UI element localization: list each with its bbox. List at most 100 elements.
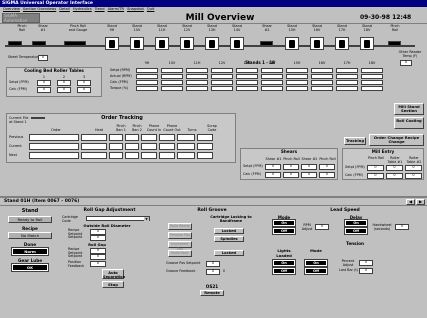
- chevron-down-icon[interactable]: ▼: [144, 217, 149, 221]
- delay-on-button[interactable]: On: [344, 219, 368, 227]
- stand-col-header: 16V: [318, 61, 326, 65]
- pinch-roll-icon[interactable]: [8, 41, 22, 46]
- stand-col-header: 9H: [144, 61, 150, 65]
- menu-hydraulics[interactable]: Hydraulics: [73, 7, 92, 11]
- stand-value-cell: [236, 74, 258, 79]
- order-change-button[interactable]: Order Change Recipe Change: [369, 134, 424, 146]
- stand-value-cell: [136, 86, 158, 91]
- stand-icon[interactable]: [360, 37, 374, 50]
- handwheel-input[interactable]: 0: [395, 224, 409, 230]
- pinch-roll-icon[interactable]: [388, 41, 401, 46]
- stand-icon[interactable]: [310, 37, 324, 50]
- increment-pos-button[interactable]: Increment Pos: [168, 241, 192, 251]
- line-label: Stand 14V: [232, 24, 242, 32]
- setpoint-input[interactable]: 0: [90, 235, 106, 241]
- stand-value-cell: [211, 80, 233, 85]
- cooling-calc-3: 0: [77, 87, 91, 93]
- stand-value-cell: [336, 80, 358, 85]
- order-cell: [197, 152, 213, 159]
- mode-off-button[interactable]: Off: [272, 227, 296, 235]
- stand-value-cell: [261, 74, 283, 79]
- menu-quit[interactable]: Quit: [147, 7, 155, 11]
- menu-trend[interactable]: Trend: [95, 7, 105, 11]
- lights-on-button[interactable]: On: [272, 259, 296, 267]
- roll-cooling-button[interactable]: Roll Cooling: [394, 117, 424, 129]
- menu-overview[interactable]: Overview: [3, 7, 20, 11]
- rolls-fault-button[interactable]: Rolls Fault: [168, 250, 192, 257]
- stand-icon[interactable]: [335, 37, 349, 50]
- tracking-button[interactable]: Tracking: [344, 137, 366, 145]
- stand-value-cell: [136, 68, 158, 73]
- gap-setpoint-input[interactable]: 0: [90, 254, 106, 260]
- auto-separation-button[interactable]: Auto Separation: [102, 269, 125, 279]
- stand-value-cell: [361, 86, 383, 91]
- menu-detail[interactable]: Detail: [59, 7, 70, 11]
- entry-value: 0: [367, 173, 384, 179]
- lights-off-button[interactable]: Off: [272, 267, 296, 275]
- stand-icon[interactable]: [130, 37, 144, 50]
- line-label: Shear #1: [38, 24, 48, 32]
- lead-speed-panel: Lead Speed Mode On Off RPM Adjust 0 Dela…: [265, 208, 425, 298]
- groove-feedback-value: 0: [206, 269, 220, 275]
- order-cell: [125, 143, 139, 150]
- tension-on-button[interactable]: On: [304, 259, 328, 267]
- line-label: Stand 10V: [132, 24, 142, 32]
- line-label: Stand 17H: [337, 24, 347, 32]
- menu-section-overviews[interactable]: Section Overviews: [23, 7, 56, 11]
- entry-value: 0: [386, 165, 403, 171]
- entry-value: 0: [386, 173, 403, 179]
- stand-icon[interactable]: [155, 37, 169, 50]
- other-temp-label: Other Reader Temp (F): [398, 50, 422, 58]
- stand-value-cell: [286, 74, 308, 79]
- tension-off-button[interactable]: Off: [304, 267, 328, 275]
- menu-alarm[interactable]: Alarm/TR: [108, 7, 124, 11]
- mode-on-button[interactable]: On: [272, 219, 296, 227]
- next-arrow-icon[interactable]: ▶: [416, 199, 425, 205]
- stand-icon[interactable]: [180, 37, 194, 50]
- line-label: Pinch Roll: [390, 24, 400, 32]
- order-cell: [141, 134, 157, 141]
- stand-icon[interactable]: [105, 37, 119, 50]
- menu-snapshot[interactable]: Snapshot: [127, 7, 144, 11]
- order-cell: [141, 152, 157, 159]
- shear-icon[interactable]: [260, 41, 273, 46]
- shear-icon[interactable]: [32, 41, 46, 46]
- order-tracking-title: Order Tracking: [101, 115, 143, 121]
- groove-setpoint-value: 0: [206, 261, 220, 267]
- stand-value-cell: [361, 80, 383, 85]
- stand-value-cell: [161, 80, 183, 85]
- cartridge-code-select[interactable]: ▼: [86, 216, 150, 221]
- delay-off-button[interactable]: Off: [344, 227, 368, 235]
- stand-icon[interactable]: [230, 37, 244, 50]
- stand-value-cell: [286, 80, 308, 85]
- rpm-adjust-input[interactable]: 0: [315, 224, 329, 230]
- stand-value-cell: [211, 68, 233, 73]
- line-label: Stand 15H: [287, 24, 297, 32]
- stand-icon[interactable]: [205, 37, 219, 50]
- order-cell: [109, 134, 123, 141]
- stop-button[interactable]: Stop: [102, 281, 124, 288]
- rolls-ready-button[interactable]: Rolls Ready: [168, 223, 192, 230]
- stand-value-cell: [261, 80, 283, 85]
- order-cell: [177, 134, 195, 141]
- stand-icon[interactable]: [285, 37, 299, 50]
- pinch-roll-gauge-icon[interactable]: [64, 41, 86, 46]
- stand-value-cell: [186, 86, 208, 91]
- prepare-pos-button[interactable]: Prepare Pos: [168, 232, 192, 239]
- entry-value: 0: [367, 165, 384, 171]
- window-title: SIGMA Universal Operator Interface: [0, 0, 427, 7]
- stands-grid: 9H 10V 11H 12V 13H 14V 15H 16V 17H 18V: [136, 61, 386, 91]
- cartridge-locked-indicator: Locked: [214, 228, 244, 234]
- entry-value: 0: [405, 173, 422, 179]
- percent-adjust-input[interactable]: 0: [359, 260, 373, 266]
- spindles-locked-indicator: Locked: [214, 250, 244, 256]
- line-label: Stand 11H: [157, 24, 167, 32]
- prev-arrow-icon[interactable]: ◀: [406, 199, 415, 205]
- done-status: Norm: [11, 247, 49, 256]
- stand-value-cell: [186, 68, 208, 73]
- order-cell: [159, 143, 175, 150]
- stand-value-cell: [211, 86, 233, 91]
- mill-stand-section-button[interactable]: Mill Stand Section: [394, 103, 424, 115]
- ready-to-roll-indicator: Ready to Roll: [8, 216, 52, 223]
- stand-value-cell: [336, 68, 358, 73]
